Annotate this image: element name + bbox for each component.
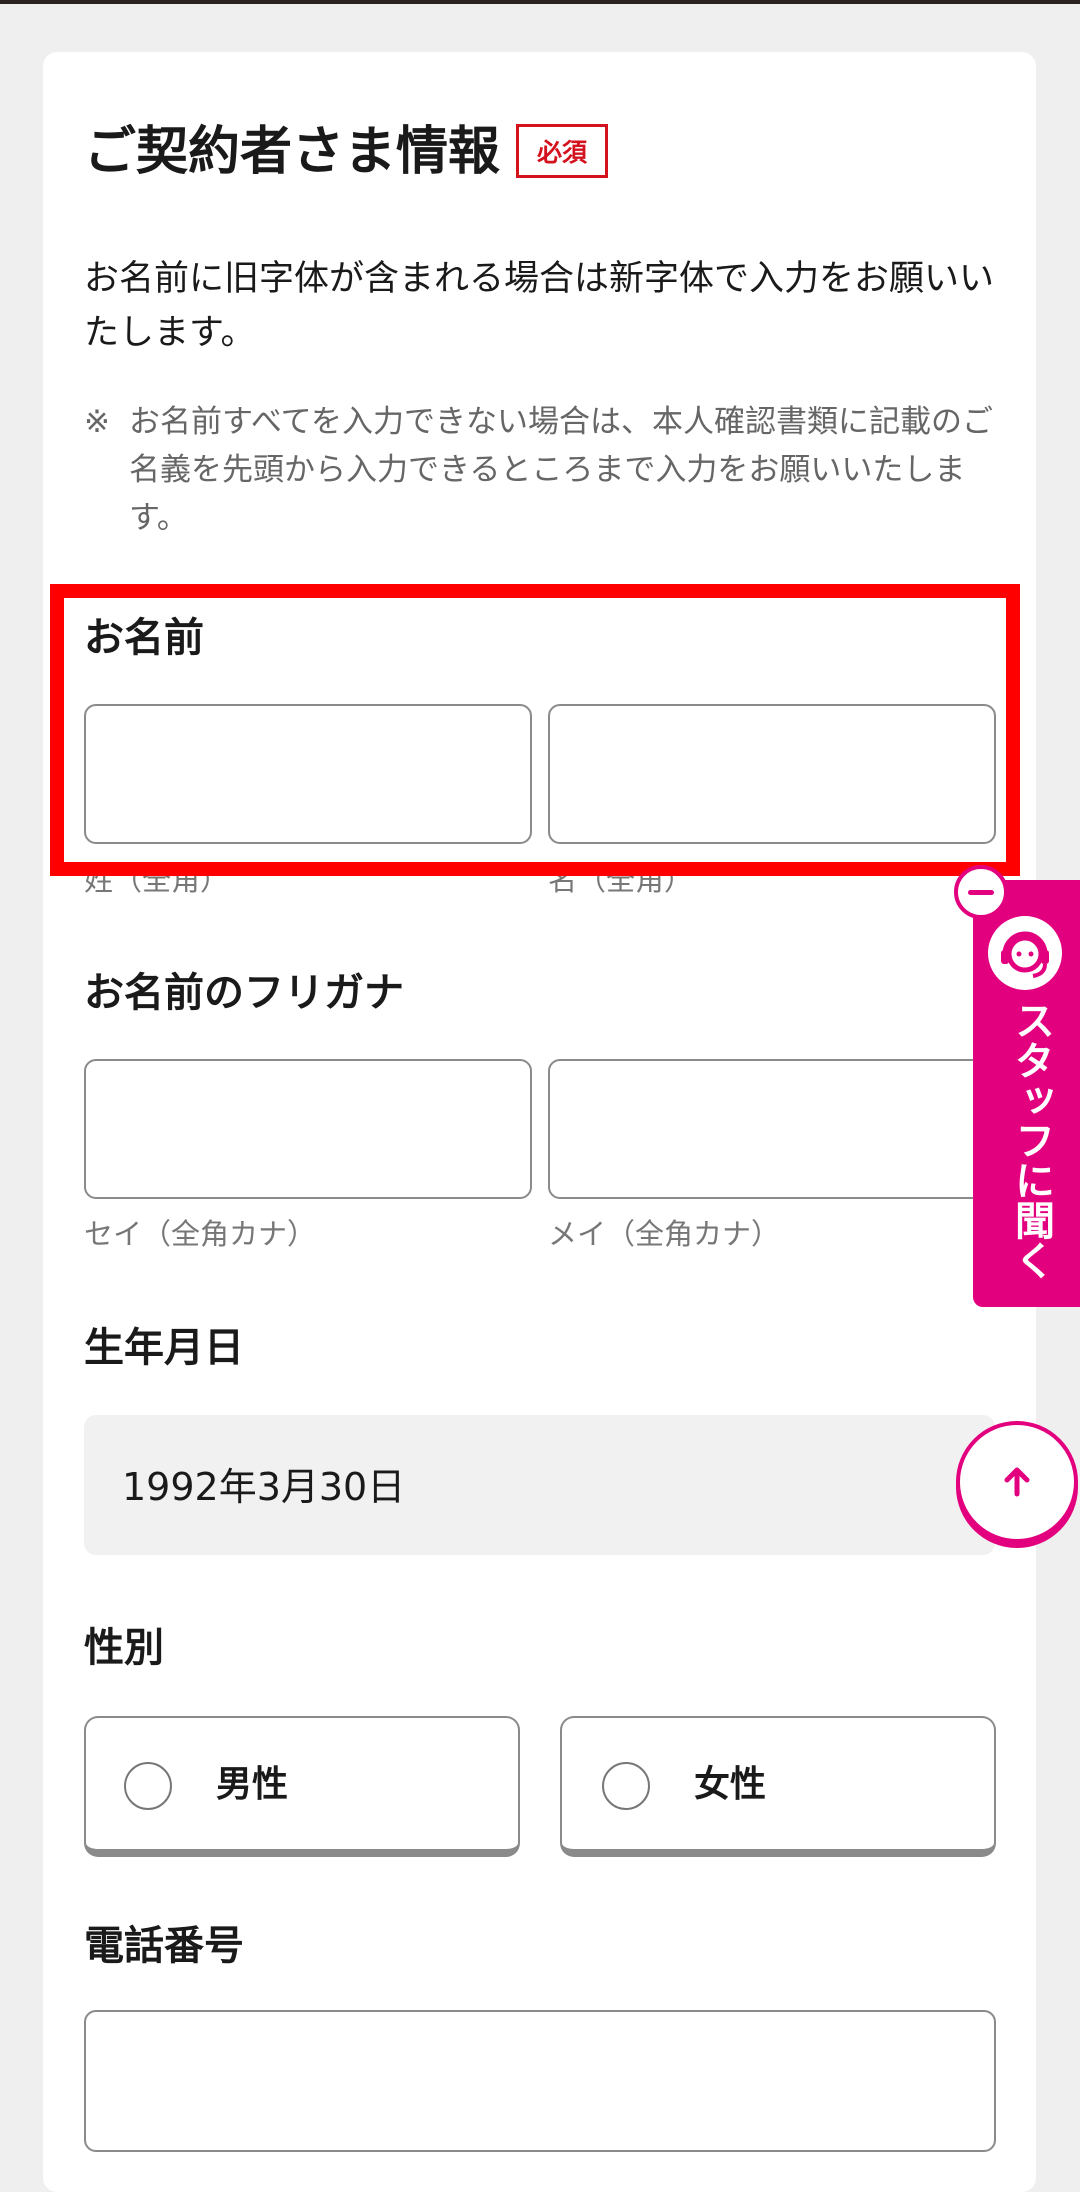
status-bar-edge [0, 0, 1080, 4]
intro-text: お名前に旧字体が含まれる場合は新字体で入力をお願いいたします。 [84, 259, 995, 353]
gender-option-male[interactable]: 男性 [84, 1716, 520, 1857]
radio-circle-male[interactable] [124, 1762, 172, 1810]
gender-option-female-label: 女性 [694, 1764, 767, 1805]
arrow-up-icon [1004, 1467, 1030, 1497]
birthdate-value: 1992年3月30日 [122, 1465, 406, 1509]
phone-input[interactable] [84, 2010, 996, 2152]
gender-label: 性別 [84, 1625, 164, 1671]
first-name-kana-caption: メイ（全角カナ） [548, 1217, 781, 1251]
last-name-kana-input[interactable] [84, 1059, 532, 1199]
radio-circle-female[interactable] [602, 1762, 650, 1810]
last-name-kana-caption: セイ（全角カナ） [84, 1217, 317, 1251]
required-badge: 必須 [516, 124, 608, 178]
highlight-box [50, 584, 1020, 876]
gender-option-male-label: 男性 [216, 1764, 289, 1805]
first-name-kana-input[interactable] [548, 1059, 996, 1199]
scroll-top-button[interactable] [956, 1421, 1078, 1543]
headset-agent-icon [988, 916, 1062, 990]
gender-option-female[interactable]: 女性 [560, 1716, 996, 1857]
note-text: お名前すべてを入力できない場合は、本人確認書類に記載のご名義を先頭から入力できる… [129, 404, 993, 536]
minus-icon [968, 889, 994, 895]
name-note: ※ お名前すべてを入力できない場合は、本人確認書類に記載のご名義を先頭から入力で… [84, 398, 1004, 542]
phone-label: 電話番号 [84, 1923, 244, 1969]
kana-label: お名前のフリガナ [84, 970, 404, 1016]
collapse-staff-button[interactable] [954, 865, 1008, 919]
note-mark: ※ [84, 404, 110, 440]
birthdate-label: 生年月日 [84, 1325, 244, 1371]
section-title: ご契約者さま情報 [84, 122, 501, 182]
ask-staff-label: スタッフに聞く [1008, 1000, 1054, 1280]
